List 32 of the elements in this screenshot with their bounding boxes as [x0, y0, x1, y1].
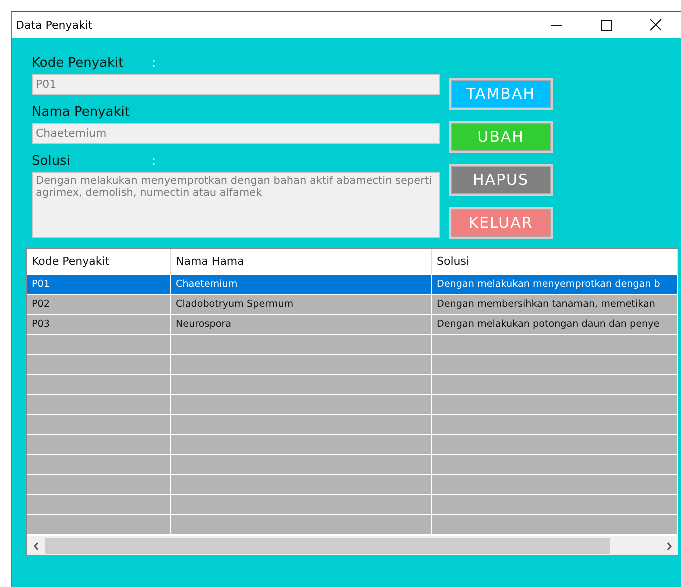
table-cell: P02: [27, 295, 171, 315]
scroll-thumb[interactable]: [45, 538, 610, 554]
table-cell: Dengan melakukan menyemprotkan dengan b: [432, 275, 678, 295]
horizontal-scrollbar[interactable]: [27, 535, 678, 555]
table-cell: P01: [27, 275, 171, 295]
chevron-right-icon[interactable]: [666, 542, 672, 550]
field-label: Nama Penyakit: [32, 104, 131, 120]
field-label: Solusi: [32, 154, 72, 168]
action-button[interactable]: UBAH: [449, 121, 553, 153]
field-label: Kode Penyakit: [32, 56, 125, 70]
colon-mark: :: [152, 154, 156, 168]
window-title: Data Penyakit: [15, 18, 94, 32]
table-row[interactable]: P03 Neurospora Dengan melakukan potongan daun dan penye: [27, 315, 678, 335]
table-cell: Dengan membersihkan tanaman, memetikan: [432, 295, 678, 315]
table-cell: Chaetemium: [171, 275, 432, 295]
input-field[interactable]: Chaetemium: [32, 123, 440, 144]
maximize-icon[interactable]: [600, 20, 612, 30]
close-icon[interactable]: [650, 19, 662, 31]
chevron-left-icon[interactable]: [32, 542, 40, 550]
solution-field[interactable]: Dengan melakukan menyemprotkan dengan bahan aktif abamectin seperti agrimex, demolish, numectin atau alfamek: [32, 172, 440, 238]
action-button[interactable]: KELUAR: [449, 207, 553, 239]
action-button[interactable]: TAMBAH: [449, 78, 553, 110]
table-cell: P03: [27, 315, 171, 335]
minimize-icon[interactable]: [550, 24, 562, 26]
table-row[interactable]: P01 Chaetemium Dengan melakukan menyemprotkan dengan b: [27, 275, 678, 295]
table-row[interactable]: P02 Cladobotryum Spermum Dengan membersihkan tanaman, memetikan: [27, 295, 678, 315]
table-cell: Dengan melakukan potongan daun dan penye: [432, 315, 678, 335]
input-field[interactable]: P01: [32, 74, 440, 95]
table-cell: Neurospora: [171, 315, 432, 335]
action-button[interactable]: HAPUS: [449, 164, 553, 196]
colon-mark: :: [152, 56, 156, 70]
table-cell: Cladobotryum Spermum: [171, 295, 432, 315]
